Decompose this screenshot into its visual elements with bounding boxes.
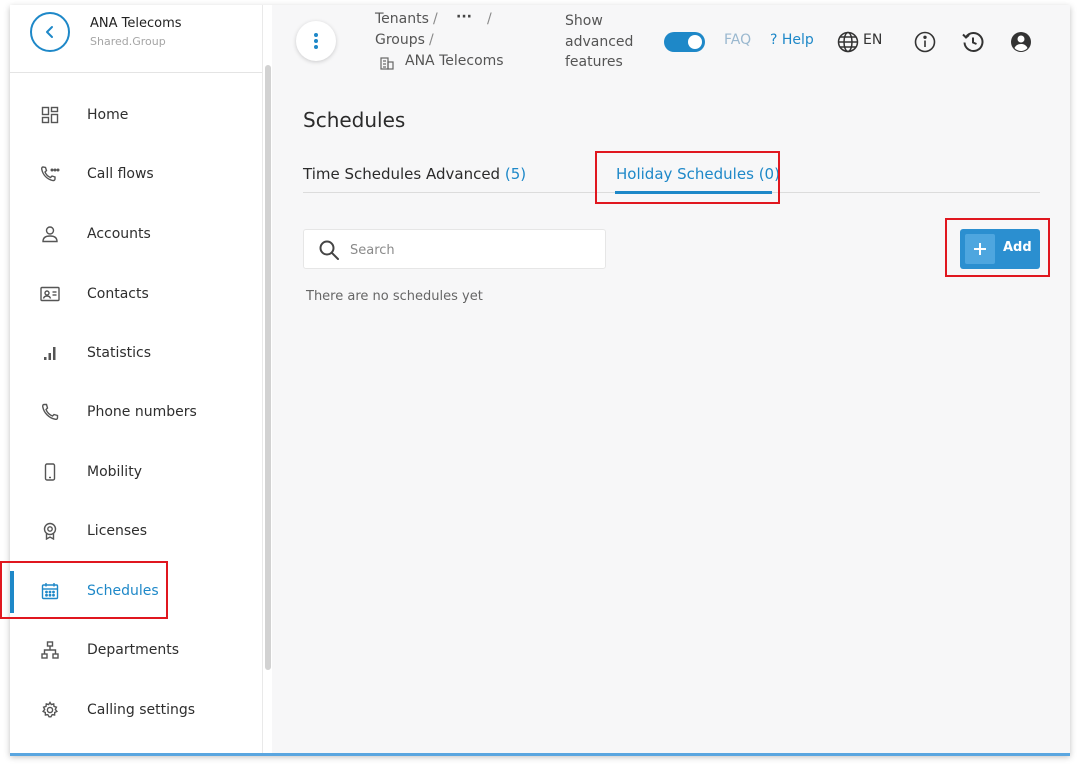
breadcrumb-separator: /: [429, 32, 434, 48]
tab-count: (5): [504, 165, 527, 183]
breadcrumb-ellipsis[interactable]: ···: [456, 9, 472, 25]
tab-label: Holiday Schedules: [616, 165, 754, 183]
sidebar-item-phone-numbers[interactable]: Phone numbers: [10, 390, 272, 434]
sidebar-item-label: Accounts: [87, 226, 151, 242]
sidebar-item-accounts[interactable]: Accounts: [10, 212, 272, 256]
window-bottom-edge: [10, 753, 1070, 756]
person-icon: [40, 224, 60, 244]
org-subtitle: Shared.Group: [90, 35, 166, 48]
globe-icon[interactable]: [836, 30, 860, 54]
sidebar-item-mobility[interactable]: Mobility: [10, 450, 272, 494]
advanced-features-label: Show: [565, 13, 603, 29]
sidebar-item-label: Home: [87, 107, 129, 123]
add-button[interactable]: Add: [960, 229, 1040, 269]
active-tab-underline: [615, 191, 772, 194]
sidebar: ANA Telecoms Shared.Group Home Call flow…: [10, 5, 272, 755]
more-menu-button[interactable]: [296, 21, 336, 61]
sidebar-item-home[interactable]: Home: [10, 93, 272, 137]
vertical-dots-icon: [314, 33, 318, 49]
empty-state-message: There are no schedules yet: [306, 289, 483, 304]
tab-label: Time Schedules Advanced: [303, 165, 501, 183]
breadcrumb-separator: /: [433, 11, 438, 27]
tab-time-schedules-advanced[interactable]: Time Schedules Advanced (5): [303, 165, 526, 183]
advanced-features-label: advanced: [565, 34, 634, 50]
breadcrumb-current: ANA Telecoms: [405, 53, 504, 69]
history-icon[interactable]: [961, 30, 985, 54]
sidebar-scrollbar[interactable]: [262, 5, 272, 755]
smartphone-icon: [40, 462, 60, 482]
breadcrumb-tenants[interactable]: Tenants: [375, 11, 429, 27]
sidebar-item-calling-settings[interactable]: Calling settings: [10, 688, 272, 732]
org-name: ANA Telecoms: [90, 16, 182, 31]
add-button-label: Add: [1003, 240, 1032, 255]
sidebar-item-label: Call flows: [87, 166, 154, 182]
back-button[interactable]: [30, 12, 70, 52]
org-chart-icon: [40, 640, 60, 660]
search-box[interactable]: [303, 229, 606, 269]
building-icon: [380, 55, 394, 74]
license-badge-icon: [40, 521, 60, 541]
sidebar-item-label: Calling settings: [87, 702, 196, 718]
scrollbar-thumb[interactable]: [265, 65, 271, 670]
contact-card-icon: [40, 284, 60, 304]
tab-holiday-schedules[interactable]: Holiday Schedules (0): [616, 165, 780, 183]
sidebar-item-label: Phone numbers: [87, 404, 197, 420]
sidebar-item-label: Contacts: [87, 286, 149, 302]
call-flow-icon: [40, 164, 60, 184]
sidebar-item-label: Mobility: [87, 464, 142, 480]
tab-count: (0): [758, 165, 780, 183]
toggle-knob: [688, 35, 702, 49]
sidebar-item-contacts[interactable]: Contacts: [10, 272, 272, 316]
sidebar-item-call-flows[interactable]: Call flows: [10, 152, 272, 196]
plus-icon: [965, 234, 995, 264]
search-input[interactable]: [350, 239, 590, 261]
calendar-icon: [40, 581, 60, 601]
page-title: Schedules: [303, 108, 406, 132]
sidebar-item-label: Licenses: [87, 523, 148, 539]
breadcrumb-groups[interactable]: Groups: [375, 32, 425, 48]
account-circle-icon[interactable]: [1009, 30, 1033, 54]
phone-icon: [40, 402, 60, 422]
info-icon[interactable]: [913, 30, 937, 54]
dashboard-icon: [40, 105, 60, 125]
sidebar-item-departments[interactable]: Departments: [10, 628, 272, 672]
advanced-features-toggle[interactable]: [664, 32, 705, 52]
sidebar-item-licenses[interactable]: Licenses: [10, 509, 272, 553]
sidebar-item-schedules[interactable]: Schedules: [10, 569, 272, 613]
language-selector[interactable]: EN: [863, 32, 882, 48]
breadcrumb-separator: /: [487, 11, 492, 27]
sidebar-item-label: Departments: [87, 642, 180, 658]
gear-icon: [40, 700, 60, 720]
bar-chart-icon: [40, 343, 60, 363]
sidebar-item-label: Schedules: [87, 583, 159, 599]
faq-link[interactable]: FAQ: [724, 32, 751, 48]
search-icon: [318, 239, 340, 265]
app-window: ANA Telecoms Shared.Group Home Call flow…: [10, 5, 1070, 755]
sidebar-item-label: Statistics: [87, 345, 151, 361]
sidebar-header: ANA Telecoms Shared.Group: [10, 5, 272, 73]
active-indicator: [10, 571, 14, 613]
sidebar-item-statistics[interactable]: Statistics: [10, 331, 272, 375]
help-link[interactable]: ? Help: [770, 32, 814, 48]
advanced-features-label: features: [565, 54, 623, 70]
chevron-left-icon: [46, 26, 53, 38]
